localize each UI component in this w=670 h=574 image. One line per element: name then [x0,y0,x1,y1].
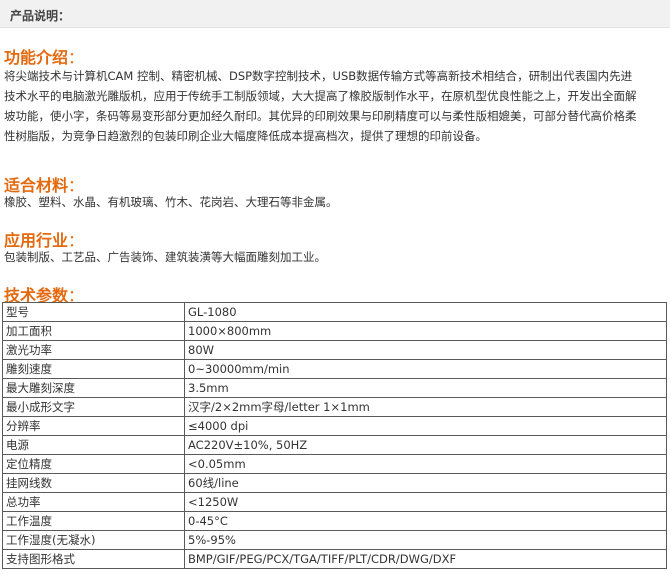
table-row: 电源 AC220V±10%, 50HZ [2,435,667,455]
table-row: 雕刻速度 0~30000mm/min [2,359,667,379]
table-row: 分辨率 ≤4000 dpi [2,416,667,436]
industries-text: 包装制版、工艺品、广告装饰、建筑装潢等大幅面雕刻加工业。 [4,250,326,264]
spec-key: 工作温度 [2,511,185,531]
spec-key: 挂网线数 [2,473,185,493]
table-row: 型号 GL-1080 [2,302,667,322]
table-row: 最大雕刻深度 3.5mm [2,378,667,398]
spec-value: 5%-95% [184,530,667,550]
spec-key: 工作湿度(无凝水) [2,530,185,550]
table-row: 最小成形文字 汉字/2×2mm字母/letter 1×1mm [2,397,667,417]
spec-value: 汉字/2×2mm字母/letter 1×1mm [184,397,667,417]
table-row: 工作湿度(无凝水) 5%-95% [2,530,667,550]
table-row: 定位精度 <0.05mm [2,454,667,474]
features-heading-text: 功能介绍 [4,48,69,67]
spec-value: ≤4000 dpi [184,416,667,436]
table-row: 支持图形格式 BMP/GIF/PEG/PCX/TGA/TIFF/PLT/CDR/D… [2,549,667,569]
materials-paragraph: 橡胶、塑料、水晶、有机玻璃、竹木、花岗岩、大理石等非金属。 [4,192,666,212]
features-line: 将尖端技术与计算机CAM 控制、精密机械、DSP数字控制技术，USB数据传输方式… [4,69,633,83]
table-row: 激光功率 80W [2,340,667,360]
features-line: 技术水平的电脑激光雕版机，应用于传统手工制版领域，大大提高了橡胶版制作水平，在原… [4,89,637,103]
spec-key: 激光功率 [2,340,185,360]
features-paragraph: 将尖端技术与计算机CAM 控制、精密机械、DSP数字控制技术，USB数据传输方式… [4,66,666,146]
spec-key: 支持图形格式 [2,549,185,569]
table-row: 总功率 <1250W [2,492,667,512]
features-heading-colon: ： [68,48,85,67]
spec-value: 60线/line [184,473,667,493]
header-title: 产品说明： [10,9,71,23]
spec-key: 最小成形文字 [2,397,185,417]
spec-value: 80W [184,340,667,360]
features-heading: 功能介绍： [4,44,84,68]
table-row: 工作温度 0-45°C [2,511,667,531]
spec-key: 加工面积 [2,321,185,341]
spec-key: 总功率 [2,492,185,512]
table-row: 加工面积 1000×800mm [2,321,667,341]
spec-value: 0~30000mm/min [184,359,667,379]
table-row: 挂网线数 60线/line [2,473,667,493]
spec-key: 分辨率 [2,416,185,436]
spec-value: BMP/GIF/PEG/PCX/TGA/TIFF/PLT/CDR/DWG/DXF [184,549,667,569]
materials-text: 橡胶、塑料、水晶、有机玻璃、竹木、花岗岩、大理石等非金属。 [4,195,338,209]
spec-value: 0-45°C [184,511,667,531]
features-line: 坡功能，使小字，条码等易变形部分更加经久耐印。其优异的印刷效果与印刷精度可以与柔… [4,109,637,123]
industries-paragraph: 包装制版、工艺品、广告装饰、建筑装潢等大幅面雕刻加工业。 [4,247,666,267]
features-line: 性树脂版，为竞争日趋激烈的包装印刷企业大幅度降低成本提高档次，提供了理想的印前设… [4,129,487,143]
spec-key: 电源 [2,435,185,455]
spec-key: 定位精度 [2,454,185,474]
spec-value: AC220V±10%, 50HZ [184,435,667,455]
spec-key: 雕刻速度 [2,359,185,379]
spec-value: <1250W [184,492,667,512]
spec-value: <0.05mm [184,454,667,474]
spec-value: 1000×800mm [184,321,667,341]
spec-key: 最大雕刻深度 [2,378,185,398]
specs-table: 型号 GL-1080 加工面积 1000×800mm 激光功率 80W 雕刻速度 0~3… [2,302,667,569]
spec-value: GL-1080 [184,302,667,322]
spec-value: 3.5mm [184,378,667,398]
spec-key: 型号 [2,302,185,322]
product-description-header: 产品说明： [0,0,670,28]
